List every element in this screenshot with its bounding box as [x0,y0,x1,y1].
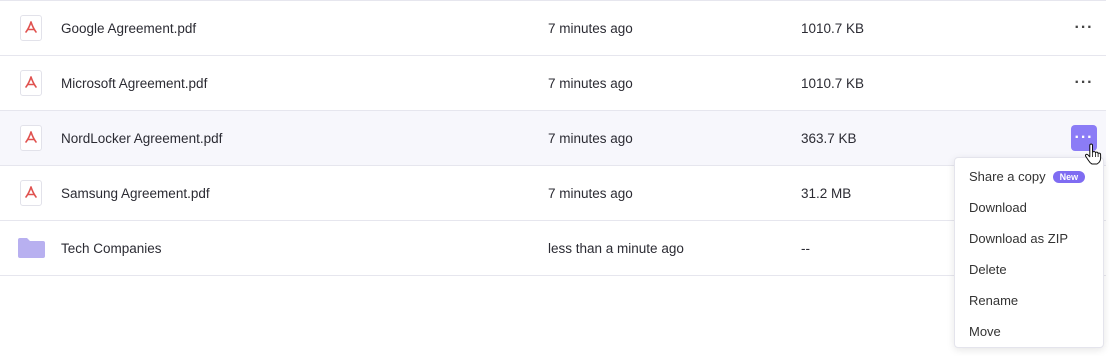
file-size: 31.2 MB [801,185,852,201]
file-modified: 7 minutes ago [548,75,633,91]
file-name[interactable]: Google Agreement.pdf [61,21,196,36]
file-modified: 7 minutes ago [548,20,633,36]
file-list: Google Agreement.pdf 7 minutes ago 1010.… [0,0,1106,276]
folder-name[interactable]: Tech Companies [61,241,162,256]
new-badge: New [1052,171,1086,183]
file-row-selected[interactable]: NordLocker Agreement.pdf 7 minutes ago 3… [0,111,1106,166]
pdf-icon [16,123,46,153]
file-name[interactable]: Samsung Agreement.pdf [61,186,210,201]
file-modified: 7 minutes ago [548,130,633,146]
menu-item-download-as-zip[interactable]: Download as ZIP [969,231,1068,246]
menu-item-label: Share a copy [969,169,1046,184]
file-size: 363.7 KB [801,130,857,146]
file-modified: less than a minute ago [548,240,684,256]
file-row[interactable]: Microsoft Agreement.pdf 7 minutes ago 10… [0,56,1106,111]
file-name[interactable]: Microsoft Agreement.pdf [61,76,207,91]
file-size: 1010.7 KB [801,75,865,91]
pdf-icon [16,13,46,43]
file-name[interactable]: NordLocker Agreement.pdf [61,131,222,146]
folder-row[interactable]: Tech Companies less than a minute ago -- [0,221,1106,276]
file-row[interactable]: Google Agreement.pdf 7 minutes ago 1010.… [0,1,1106,56]
menu-item-download[interactable]: Download [969,200,1027,215]
file-size: -- [801,240,810,256]
hand-pointer-cursor-icon [1084,143,1102,165]
menu-item-move[interactable]: Move [969,324,1001,339]
menu-item-share-a-copy[interactable]: Share a copy New [969,169,1086,184]
file-modified: 7 minutes ago [548,185,633,201]
file-row[interactable]: Samsung Agreement.pdf 7 minutes ago 31.2… [0,166,1106,221]
context-menu: Share a copy New Download Download as ZIP… [954,157,1104,348]
menu-item-rename[interactable]: Rename [969,293,1018,308]
pdf-icon [16,178,46,208]
folder-icon [16,233,46,263]
more-options-button[interactable]: ··· [1071,70,1097,96]
more-options-button[interactable]: ··· [1071,15,1097,41]
pdf-icon [16,68,46,98]
menu-item-delete[interactable]: Delete [969,262,1007,277]
file-size: 1010.7 KB [801,20,865,36]
